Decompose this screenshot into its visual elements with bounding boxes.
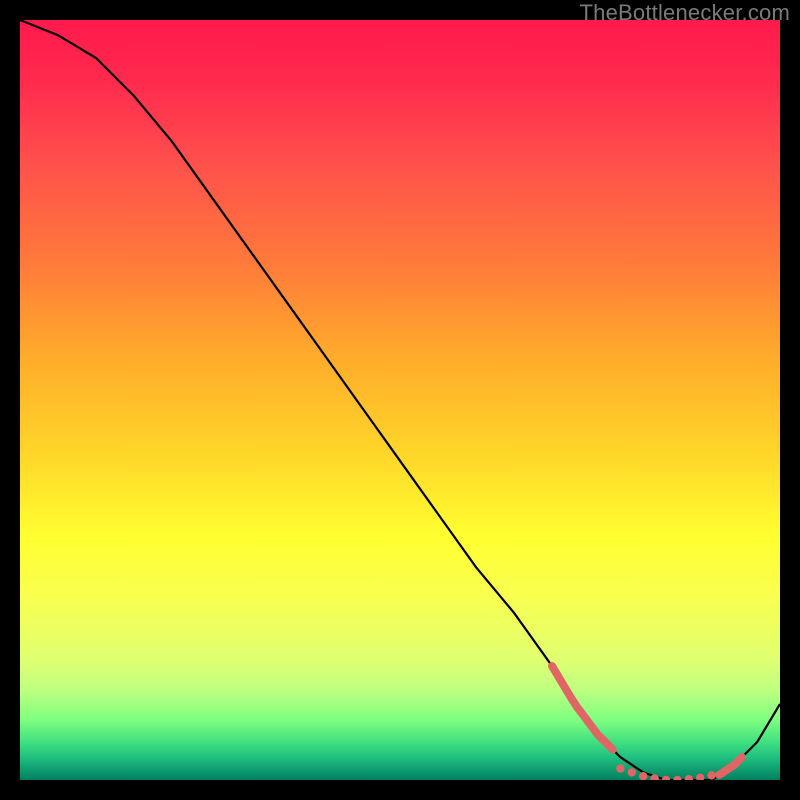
highlight-dot bbox=[628, 768, 636, 776]
highlight-dot bbox=[696, 774, 704, 781]
watermark-text: TheBottleneсker.com bbox=[580, 0, 790, 26]
highlight-dot bbox=[673, 776, 681, 780]
plot-svg bbox=[20, 20, 780, 780]
highlight-layer bbox=[552, 666, 742, 780]
chart-frame: TheBottleneсker.com bbox=[0, 0, 800, 800]
highlight-dot bbox=[685, 775, 693, 780]
highlight-segment bbox=[552, 666, 613, 750]
bottleneck-curve bbox=[20, 20, 780, 780]
highlight-dot bbox=[707, 771, 715, 779]
highlight-dot bbox=[662, 776, 670, 780]
plot-area bbox=[20, 20, 780, 780]
highlight-dot bbox=[616, 764, 624, 772]
highlight-segment bbox=[719, 757, 742, 775]
